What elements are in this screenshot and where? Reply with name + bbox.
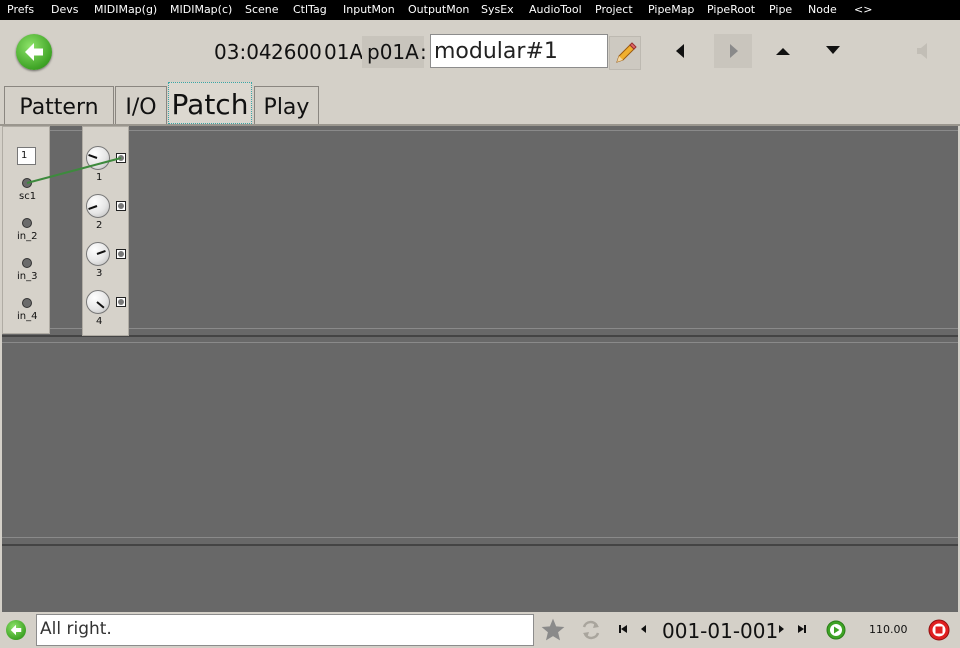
edit-name-button[interactable] [609,36,641,70]
stop-icon[interactable] [928,619,950,641]
port-label: in_2 [17,231,38,242]
output-jack-2[interactable] [116,201,126,211]
port-label: in_3 [17,271,38,282]
star-icon[interactable] [540,617,566,643]
menu-midimap-g[interactable]: MIDIMap(g) [94,3,157,16]
triangle-left-icon [676,44,684,58]
step-forward-icon[interactable] [775,623,787,635]
patch-row-divider [2,342,958,343]
menu-bar: Prefs Devs MIDIMap(g) MIDIMap(c) Scene C… [0,0,960,20]
play-icon[interactable] [826,620,846,640]
skip-to-start-icon[interactable] [617,623,629,635]
time-display: 03:04 [214,40,272,64]
song-position: 001-01-001 [662,619,779,643]
menu-outputmon[interactable]: OutputMon [408,3,469,16]
triangle-right-icon [730,44,738,58]
menu-project[interactable]: Project [595,3,633,16]
next-button[interactable] [714,34,752,68]
skip-to-end-icon[interactable] [796,623,808,635]
input-jack-2[interactable] [22,218,32,228]
knob-3[interactable] [86,242,110,266]
output-jack-1[interactable] [116,153,126,163]
bank-display: 01A [324,40,364,64]
arrow-left-icon [10,624,22,636]
menu-more[interactable]: <> [854,3,872,16]
menu-devs[interactable]: Devs [51,3,78,16]
down-button[interactable] [814,34,852,68]
menu-sysex[interactable]: SysEx [481,3,514,16]
knob-2[interactable] [86,194,110,218]
tab-patch[interactable]: Patch [168,82,252,124]
knob-label: 1 [96,172,103,183]
knob-label: 3 [96,268,103,279]
patch-name-input[interactable] [430,34,608,68]
patch-row-divider [2,335,958,337]
menu-inputmon[interactable]: InputMon [343,3,395,16]
menu-midimap-c[interactable]: MIDIMap(c) [170,3,232,16]
tab-io[interactable]: I/O [115,86,167,124]
knob-1[interactable] [86,146,110,170]
number-display: 2600 [271,40,322,64]
volume-button[interactable] [904,34,942,68]
program-badge[interactable]: p01A [362,36,424,68]
patch-row-divider [2,537,958,538]
output-jack-3[interactable] [116,249,126,259]
up-button[interactable] [764,34,802,68]
knob-label: 2 [96,220,103,231]
step-back-icon[interactable] [638,623,650,635]
channel-field[interactable]: 1 [17,147,36,165]
knob-4[interactable] [86,290,110,314]
input-jack-4[interactable] [22,298,32,308]
menu-piperoot[interactable]: PipeRoot [707,3,755,16]
arrow-left-icon [25,43,43,61]
pencil-icon [616,42,637,63]
tab-pattern[interactable]: Pattern [4,86,114,124]
triangle-up-icon [776,48,790,55]
patch-row-divider [2,130,958,131]
menu-prefs[interactable]: Prefs [7,3,34,16]
port-label: in_4 [17,311,38,322]
tempo-display[interactable]: 110.00 [869,623,908,636]
triangle-down-icon [826,46,840,54]
knob-label: 4 [96,316,103,327]
patch-canvas[interactable] [2,126,958,612]
status-message: All right. [36,614,534,646]
menu-node[interactable]: Node [808,3,837,16]
back-button[interactable] [16,34,52,70]
speaker-icon [917,43,927,59]
input-jack-1[interactable] [22,178,32,188]
port-label: sc1 [19,191,37,202]
menu-pipemap[interactable]: PipeMap [648,3,694,16]
status-back-button[interactable] [6,620,26,640]
output-jack-4[interactable] [116,297,126,307]
refresh-icon[interactable] [579,618,603,642]
menu-scene[interactable]: Scene [245,3,279,16]
patch-row-divider [2,328,958,329]
patch-row-divider [2,544,958,546]
input-jack-3[interactable] [22,258,32,268]
menu-ctltag[interactable]: CtlTag [293,3,327,16]
menu-pipe[interactable]: Pipe [769,3,792,16]
tab-play[interactable]: Play [254,86,319,124]
menu-audiotool[interactable]: AudioTool [529,3,582,16]
separator-colon: : [420,40,427,64]
prev-button[interactable] [662,34,700,68]
